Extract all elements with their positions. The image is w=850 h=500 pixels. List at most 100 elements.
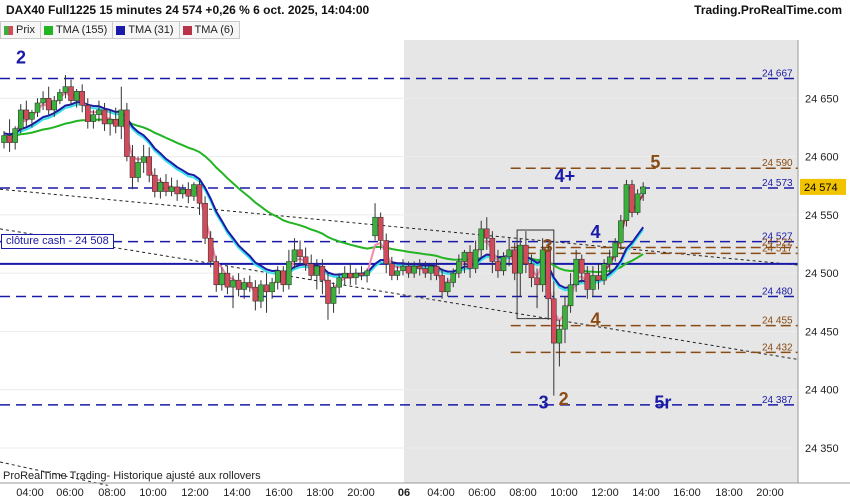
- candle-body: [500, 256, 507, 272]
- candle-body: [263, 284, 270, 293]
- candle-body: [618, 220, 624, 244]
- candle-body: [96, 109, 102, 115]
- candle-body: [308, 263, 314, 276]
- candle-body: [40, 98, 46, 104]
- price-tick-label: 24 450: [805, 326, 839, 338]
- candle-body: [584, 272, 591, 290]
- time-tick-label: 04:00: [427, 487, 455, 499]
- candle-body: [336, 277, 342, 288]
- candle-body: [73, 91, 80, 101]
- level-price-label: 24 590: [762, 158, 793, 169]
- candle-body: [383, 240, 389, 265]
- candle-body: [456, 261, 462, 274]
- candle-body: [152, 174, 158, 192]
- level-price-label: 24 432: [762, 342, 793, 353]
- candle-body: [400, 265, 406, 272]
- legend-item-tma31[interactable]: TMA (31): [113, 21, 180, 39]
- time-tick-label: 16:00: [265, 487, 293, 499]
- candle-body: [79, 91, 85, 106]
- candle-body: [523, 244, 529, 265]
- candle-body: [517, 244, 524, 274]
- candle-body: [135, 162, 141, 178]
- candle-body: [590, 275, 596, 290]
- candle-body: [129, 156, 136, 178]
- price-tick-label: 24 650: [805, 93, 839, 105]
- candle-body: [85, 105, 91, 122]
- candle-body: [416, 265, 423, 269]
- candle-body: [562, 305, 568, 330]
- candle-body: [314, 265, 320, 276]
- candle-body: [185, 188, 192, 197]
- candle-body: [140, 156, 147, 163]
- candle-body: [297, 249, 303, 258]
- candle-body: [394, 270, 401, 276]
- candle-body: [274, 270, 281, 283]
- candle-body: [353, 272, 359, 279]
- level-price-label: 24 517: [762, 243, 793, 254]
- legend-item-prix[interactable]: Prix: [0, 21, 41, 39]
- price-tick-label: 24 550: [805, 210, 839, 222]
- level-price-label: 24 573: [762, 178, 793, 189]
- price-chart: 24+54343 2 5r 24 35024 40024 45024 50024 5…: [0, 40, 850, 499]
- candle-body: [372, 216, 378, 237]
- candle-body: [179, 188, 186, 195]
- legend-label-tma31: TMA (31): [128, 24, 174, 36]
- candle-body: [90, 114, 97, 122]
- level-price-label: 24 387: [762, 395, 793, 406]
- candle-body: [124, 109, 130, 157]
- candle-body: [467, 251, 473, 269]
- candle-body: [484, 228, 490, 239]
- candle-body: [118, 109, 125, 127]
- candle-body: [634, 193, 641, 213]
- time-tick-label: 12:00: [181, 487, 209, 499]
- candle-body: [302, 256, 309, 265]
- legend-swatch-tma155: [43, 25, 53, 35]
- legend-label-tma6: TMA (6): [194, 24, 234, 36]
- indicator-legend: Prix TMA (155) TMA (31) TMA (6): [0, 21, 240, 39]
- candle-body: [12, 128, 18, 143]
- candle-body: [207, 237, 214, 262]
- wave-label: 3: [539, 392, 549, 412]
- time-tick-label: 20:00: [756, 487, 784, 499]
- candle-body: [495, 261, 501, 272]
- wave-label: 4+: [555, 166, 576, 186]
- time-tick-label: 04:00: [16, 487, 44, 499]
- candle-body: [556, 328, 563, 344]
- candle-body: [107, 119, 113, 125]
- candle-body: [286, 261, 292, 286]
- wave-label: 2: [559, 389, 569, 409]
- time-tick-label: 06:00: [468, 487, 496, 499]
- candle-body: [377, 216, 384, 241]
- candle-body: [51, 100, 58, 111]
- time-tick-label: 10:00: [550, 487, 578, 499]
- candle-body: [29, 112, 35, 120]
- time-tick-label: 06:00: [56, 487, 84, 499]
- candle-body: [405, 265, 412, 274]
- candle-body: [506, 249, 512, 258]
- time-tick-label: 14:00: [632, 487, 660, 499]
- candle-body: [196, 184, 203, 204]
- candle-body: [612, 242, 619, 258]
- candle-body: [472, 249, 479, 269]
- candle-body: [411, 265, 417, 274]
- time-axis: 04:00 06:00 08:00 10:00 12:00 14:00 16:00 18:00…: [0, 482, 850, 499]
- candle-body: [461, 251, 468, 262]
- level-price-label: 24 480: [762, 286, 793, 297]
- candle-body: [578, 258, 585, 274]
- wave-label: 4: [591, 310, 601, 330]
- candle-body: [422, 268, 429, 274]
- time-tick-label: 12:00: [591, 487, 619, 499]
- candle-body: [325, 279, 331, 304]
- candle-body: [280, 270, 287, 286]
- candle-body: [6, 135, 13, 143]
- candle-body: [202, 202, 208, 239]
- candle-body: [163, 181, 169, 192]
- candle-body: [112, 119, 119, 127]
- candle-body: [595, 275, 602, 281]
- level-price-label: 24 455: [762, 316, 793, 327]
- time-tick-label: 18:00: [715, 487, 743, 499]
- candle-body: [601, 263, 607, 281]
- candle-body: [146, 156, 152, 176]
- legend-item-tma155[interactable]: TMA (155): [40, 21, 114, 39]
- legend-item-tma6[interactable]: TMA (6): [179, 21, 240, 39]
